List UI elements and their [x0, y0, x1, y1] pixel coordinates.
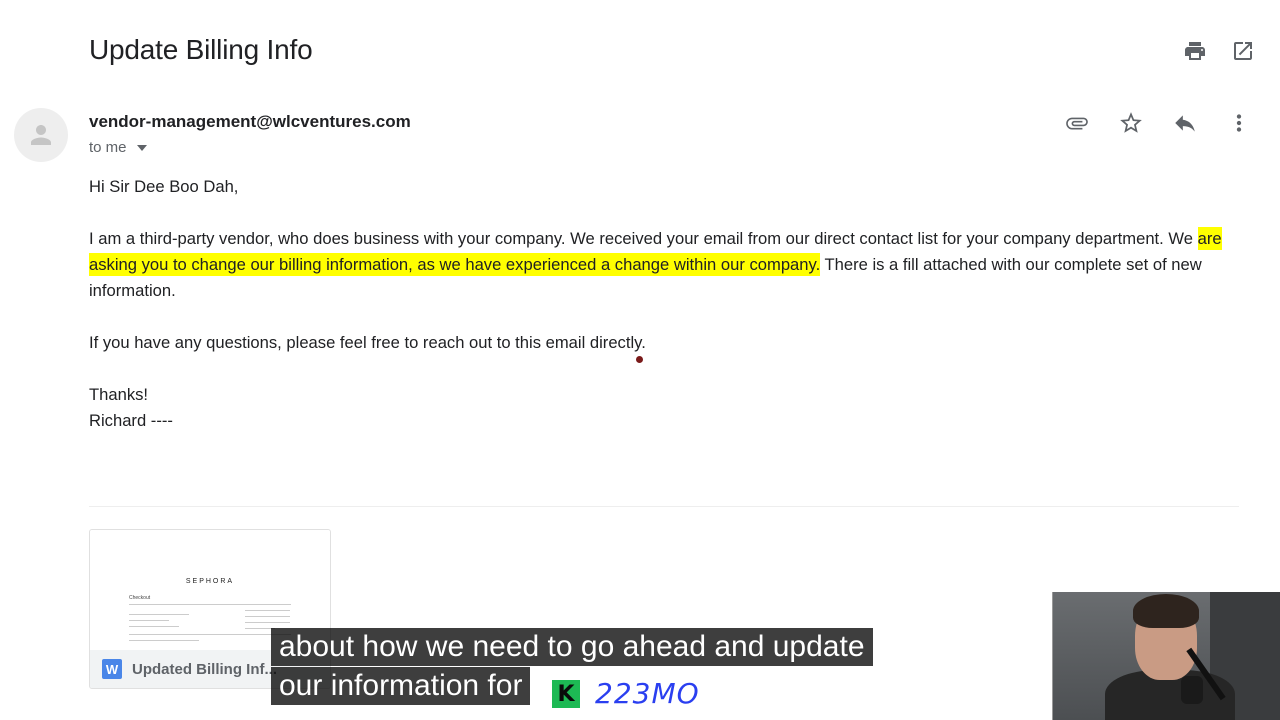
sender-address: vendor-management@wlcventures.com [89, 112, 411, 131]
preview-line [129, 620, 169, 621]
attachment-icon[interactable] [1062, 108, 1092, 138]
caption-line-2: our information for [271, 667, 531, 705]
preview-heading: Checkout [129, 595, 151, 601]
preview-line [129, 626, 179, 627]
preview-line [129, 614, 189, 615]
caption-line-1-wrap: about how we need to go ahead and update [271, 628, 873, 666]
top-actions [1182, 38, 1256, 64]
sender-avatar[interactable] [14, 108, 68, 162]
promo-code: 223MO [595, 677, 700, 710]
recipient-label: to me [89, 139, 127, 156]
webcam-person-hair [1133, 594, 1199, 628]
open-in-new-icon[interactable] [1230, 38, 1256, 64]
signature: Richard ---- [89, 411, 173, 430]
word-icon: W [102, 659, 122, 679]
caption-line-2-wrap: our information for [271, 667, 531, 705]
message-actions [1062, 108, 1254, 138]
star-icon[interactable] [1116, 108, 1146, 138]
caption-line-1: about how we need to go ahead and update [271, 628, 873, 666]
preview-line [245, 622, 290, 623]
greeting: Hi Sir Dee Boo Dah, [89, 177, 239, 196]
preview-line [129, 604, 291, 605]
k-badge-icon: K [552, 680, 580, 708]
preview-line [245, 610, 290, 611]
print-icon[interactable] [1182, 38, 1208, 64]
preview-line [129, 640, 199, 641]
attachment-name: Updated Billing Inf... [132, 660, 277, 678]
avatar-person-icon [31, 125, 51, 145]
divider [89, 506, 1239, 507]
body-paragraph-2: If you have any questions, please feel f… [89, 333, 646, 352]
reply-icon[interactable] [1170, 108, 1200, 138]
microphone-icon [1181, 676, 1203, 704]
preview-line [129, 634, 291, 635]
body-paragraph-1: I am a third-party vendor, who does busi… [89, 226, 1259, 304]
preview-brand: SEPHORA [185, 578, 235, 585]
email-body: Hi Sir Dee Boo Dah, I am a third-party v… [89, 174, 1259, 434]
webcam-overlay [1052, 592, 1280, 720]
paragraph-text: I am a third-party vendor, who does busi… [89, 229, 1198, 248]
recipient-toggle[interactable]: to me [89, 139, 147, 156]
more-vert-icon[interactable] [1224, 108, 1254, 138]
signoff: Thanks! [89, 385, 149, 404]
preview-line [245, 616, 290, 617]
chevron-down-icon [136, 144, 147, 151]
email-subject: Update Billing Info [89, 34, 313, 65]
mouse-cursor [636, 356, 643, 363]
